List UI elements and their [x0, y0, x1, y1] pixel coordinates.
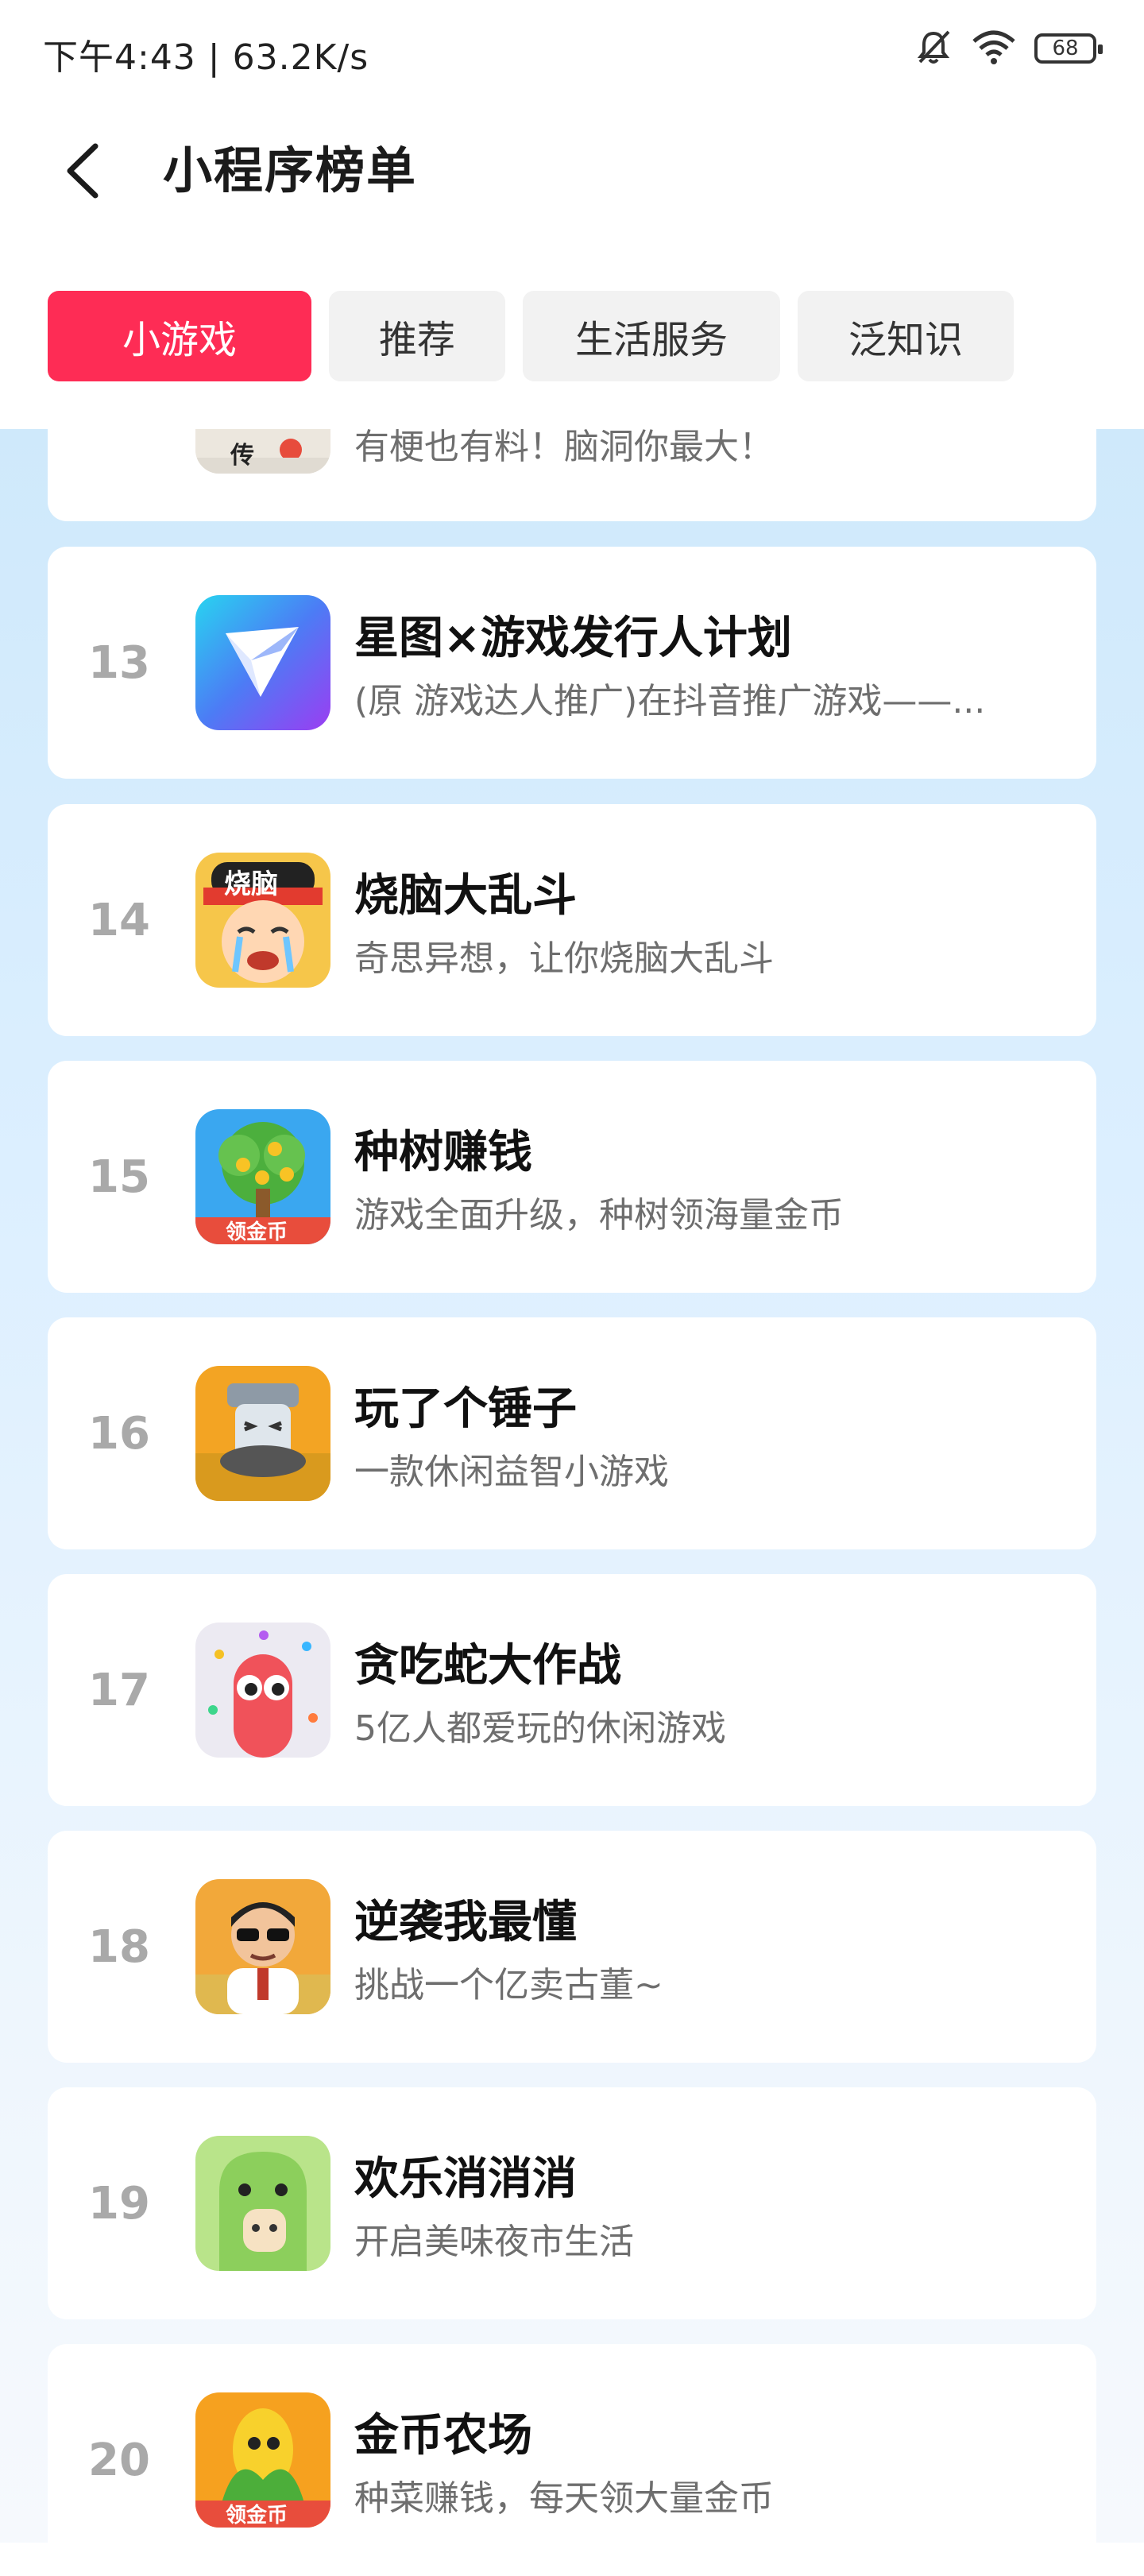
rank-number: 15: [88, 1151, 150, 1203]
hammer-icon: [195, 1366, 330, 1501]
list-item[interactable]: 18 逆袭我最懂 挑战一个亿卖古董~: [48, 1831, 1096, 2063]
status-icons: 68: [914, 27, 1103, 70]
xingtu-icon: [195, 595, 330, 730]
rank-number: 19: [88, 2177, 150, 2230]
app-name: 逆袭我最懂: [354, 1897, 577, 1948]
app-name: 玩了个锤子: [354, 1383, 577, 1435]
rank-number: 14: [88, 894, 150, 946]
app-desc: 开启美味夜市生活: [354, 2222, 634, 2262]
category-tabs: 小游戏 推荐 生活服务 泛知识: [48, 291, 1014, 381]
app-desc: 奇思异想，让你烧脑大乱斗: [354, 938, 774, 979]
battery-icon: 68: [1034, 33, 1103, 64]
man-sunglasses-icon: [195, 1879, 330, 2014]
app-desc: (原 游戏达人推广)在抖音推广游戏——...: [354, 681, 986, 721]
list-item[interactable]: 14 烧脑 烧脑大乱斗 奇思异想，让你烧脑大乱斗: [48, 804, 1096, 1036]
tab-recommended[interactable]: 推荐: [329, 291, 505, 381]
rank-number: 16: [88, 1407, 150, 1460]
list-item[interactable]: 16 玩了个锤子 一款休闲益智小游戏: [48, 1317, 1096, 1549]
app-name: 欢乐消消消: [354, 2153, 577, 2205]
icon-text: 领金币: [226, 1220, 288, 1244]
app-desc: 5亿人都爱玩的休闲游戏: [354, 1708, 726, 1749]
app-desc: 游戏全面升级，种树领海量金币: [354, 1195, 844, 1236]
app-name: 金币农场: [354, 2410, 532, 2462]
tab-mini-games[interactable]: 小游戏: [48, 291, 311, 381]
mute-bell-icon: [914, 27, 953, 70]
money-tree-icon: 领金币: [195, 1109, 330, 1244]
list-item[interactable]: 20 领金币 金币农场 种菜赚钱，每天领大量金币: [48, 2344, 1096, 2576]
rank-number: 13: [88, 636, 150, 689]
icon-text: 烧脑: [224, 868, 278, 900]
partial-icon-text: 传: [230, 442, 254, 470]
battery-level: 68: [1052, 37, 1079, 60]
app-desc: 种菜赚钱，每天领大量金币: [354, 2478, 774, 2519]
app-name: 星图×游戏发行人计划: [354, 613, 792, 664]
list-item[interactable]: 15 领金币 种树赚钱 游戏全面升级，种树领海量金币: [48, 1061, 1096, 1293]
page-title: 小程序榜单: [163, 141, 418, 199]
rank-number: 20: [88, 2434, 150, 2486]
list-item[interactable]: 17 贪吃蛇大作战 5亿人都爱玩的休闲游戏: [48, 1574, 1096, 1806]
rank-number: 17: [88, 1664, 150, 1716]
dinosaur-icon: [195, 2136, 330, 2271]
snake-icon: [195, 1623, 330, 1758]
back-button[interactable]: [48, 135, 119, 207]
app-desc: 一款休闲益智小游戏: [354, 1452, 669, 1492]
status-bar: 下午4:43 | 63.2K/s 68: [0, 0, 1144, 103]
corn-icon: 领金币: [195, 2392, 330, 2528]
list-item[interactable]: 13 星图×游戏发行人计划 (原 游戏达人推广)在抖音推广游戏——...: [48, 547, 1096, 779]
tab-life-services[interactable]: 生活服务: [523, 291, 780, 381]
chevron-left-icon: [67, 143, 99, 199]
icon-text: 领金币: [226, 2504, 288, 2528]
app-name: 贪吃蛇大作战: [354, 1640, 621, 1692]
wifi-icon: [971, 29, 1017, 68]
tab-general-knowledge[interactable]: 泛知识: [798, 291, 1014, 381]
status-time-speed: 下午4:43 | 63.2K/s: [43, 37, 369, 78]
app-desc: 挑战一个亿卖古董~: [354, 1965, 663, 2005]
app-name: 烧脑大乱斗: [354, 870, 577, 922]
app-name: 种树赚钱: [354, 1127, 532, 1178]
list-item[interactable]: 19 欢乐消消消 开启美味夜市生活: [48, 2087, 1096, 2319]
header: 小程序榜单 小游戏 推荐 生活服务 泛知识: [0, 103, 1144, 429]
rank-number: 18: [88, 1920, 150, 1973]
crying-boy-icon: 烧脑: [195, 853, 330, 988]
